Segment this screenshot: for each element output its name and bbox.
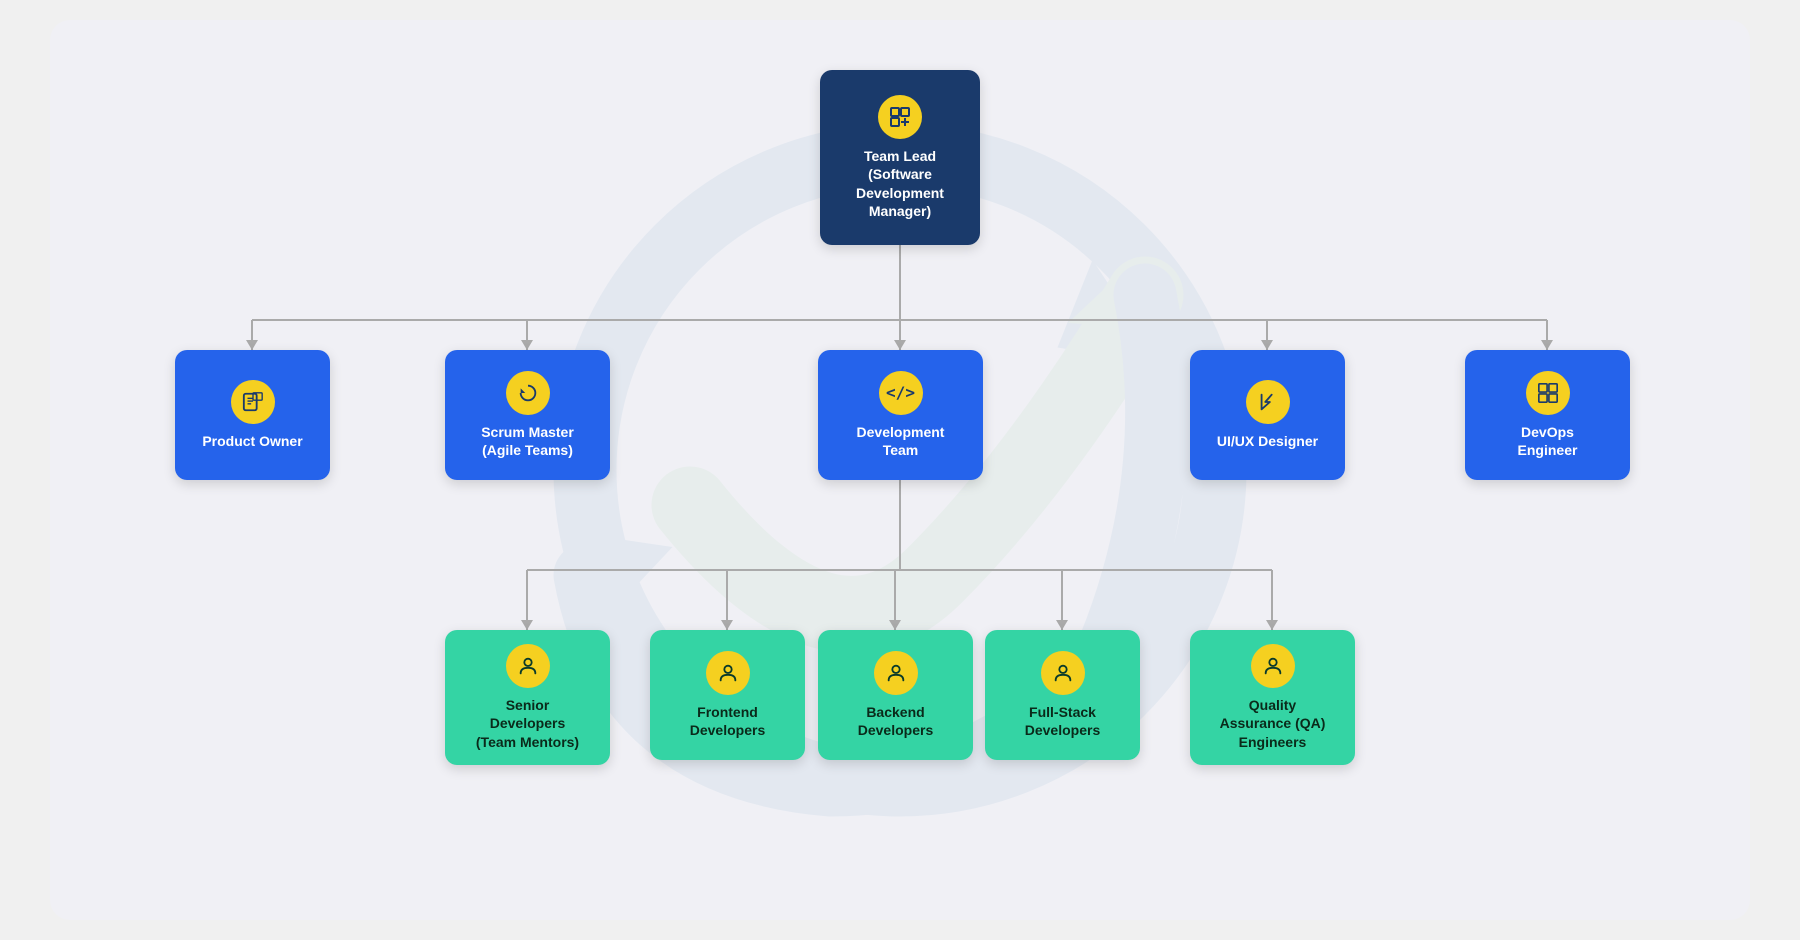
backend-icon — [874, 651, 918, 695]
node-backend-developers: Backend Developers — [818, 630, 973, 760]
frontend-icon — [706, 651, 750, 695]
senior-dev-icon — [506, 644, 550, 688]
scrum-master-icon — [506, 371, 550, 415]
node-product-owner: Product Owner — [175, 350, 330, 480]
node-frontend-developers: Frontend Developers — [650, 630, 805, 760]
product-owner-icon — [231, 380, 275, 424]
devops-icon — [1526, 371, 1570, 415]
uiux-icon — [1246, 380, 1290, 424]
product-owner-label: Product Owner — [202, 432, 302, 450]
node-dev-team: </> Development Team — [818, 350, 983, 480]
dev-team-icon: </> — [879, 371, 923, 415]
node-uiux-designer: UI/UX Designer — [1190, 350, 1345, 480]
canvas: Team Lead (Software Development Manager)… — [50, 20, 1750, 920]
qa-icon — [1251, 644, 1295, 688]
org-chart: Team Lead (Software Development Manager)… — [100, 40, 1700, 900]
dev-team-label: Development Team — [857, 423, 945, 459]
uiux-label: UI/UX Designer — [1217, 432, 1318, 450]
qa-label: Quality Assurance (QA) Engineers — [1220, 696, 1326, 751]
fullstack-label: Full-Stack Developers — [1025, 703, 1100, 739]
backend-label: Backend Developers — [858, 703, 933, 739]
node-devops-engineer: DevOps Engineer — [1465, 350, 1630, 480]
senior-dev-label: Senior Developers (Team Mentors) — [476, 696, 579, 751]
fullstack-icon — [1041, 651, 1085, 695]
node-senior-developers: Senior Developers (Team Mentors) — [445, 630, 610, 765]
scrum-master-label: Scrum Master (Agile Teams) — [481, 423, 574, 459]
node-scrum-master: Scrum Master (Agile Teams) — [445, 350, 610, 480]
frontend-label: Frontend Developers — [690, 703, 765, 739]
node-fullstack-developers: Full-Stack Developers — [985, 630, 1140, 760]
manager-icon — [878, 95, 922, 139]
team-lead-label: Team Lead (Software Development Manager) — [856, 147, 944, 220]
devops-label: DevOps Engineer — [1518, 423, 1578, 459]
node-qa-engineers: Quality Assurance (QA) Engineers — [1190, 630, 1355, 765]
node-team-lead: Team Lead (Software Development Manager) — [820, 70, 980, 245]
